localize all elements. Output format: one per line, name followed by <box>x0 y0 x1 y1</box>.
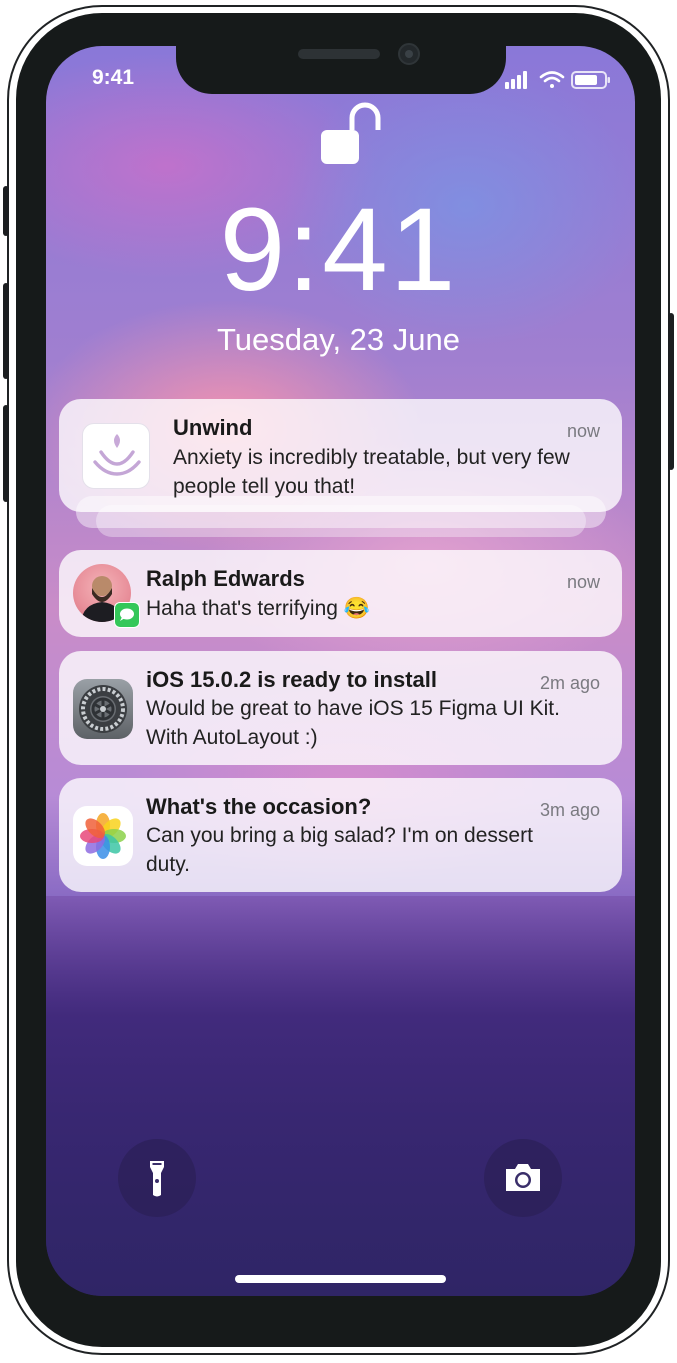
camera-icon <box>506 1164 540 1191</box>
battery-icon <box>571 71 610 89</box>
notification-body: Haha that's terrifying 😂 <box>146 597 370 620</box>
notification-time: 3m ago <box>539 800 600 820</box>
home-indicator[interactable] <box>235 1275 446 1283</box>
status-time: 9:41 <box>92 66 135 89</box>
wifi-icon <box>539 71 565 88</box>
volume-down-button <box>3 405 9 502</box>
notification-message[interactable]: Ralph Edwards now Haha that's terrifying… <box>59 550 622 637</box>
unwind-app-icon <box>82 423 150 489</box>
notification-title: iOS 15.0.2 is ready to install <box>146 667 438 692</box>
notification-title: Ralph Edwards <box>146 566 305 591</box>
notification-title: Unwind <box>173 415 253 440</box>
status-icons <box>505 71 610 89</box>
photos-flower-icon <box>73 806 133 866</box>
notification-software-update[interactable]: iOS 15.0.2 is ready to install 2m ago Wo… <box>59 651 622 765</box>
unwind-logo-icon <box>93 434 141 476</box>
settings-gear-icon <box>73 679 133 739</box>
notification-body: Can you bring a big salad? I'm on desser… <box>146 824 533 876</box>
unlocked-padlock-icon <box>321 102 381 164</box>
notification-unwind[interactable]: Unwind now Anxiety is incredibly treatab… <box>59 399 622 512</box>
notification-photos[interactable]: What's the occasion? 3m ago Can you brin… <box>59 778 622 892</box>
wallpaper-sea <box>46 896 635 1296</box>
signal-bars-icon <box>505 71 527 89</box>
flashlight-button[interactable] <box>118 1139 196 1217</box>
messages-badge-icon <box>114 602 140 628</box>
lock-screen-date: Tuesday, 23 June <box>217 322 460 357</box>
notification-title: What's the occasion? <box>146 794 372 819</box>
notification-time: 2m ago <box>539 673 600 693</box>
front-camera <box>398 43 420 65</box>
earpiece-speaker <box>298 49 380 59</box>
flashlight-icon <box>150 1161 164 1197</box>
notification-time: now <box>566 572 600 592</box>
notification-body: Would be great to have iOS 15 Figma UI K… <box>146 697 560 749</box>
camera-button[interactable] <box>484 1139 562 1217</box>
lock-screen-time: 9:41 <box>219 184 458 316</box>
notification-body: Anxiety is incredibly treatable, but ver… <box>173 446 570 498</box>
notification-time: now <box>566 421 600 441</box>
